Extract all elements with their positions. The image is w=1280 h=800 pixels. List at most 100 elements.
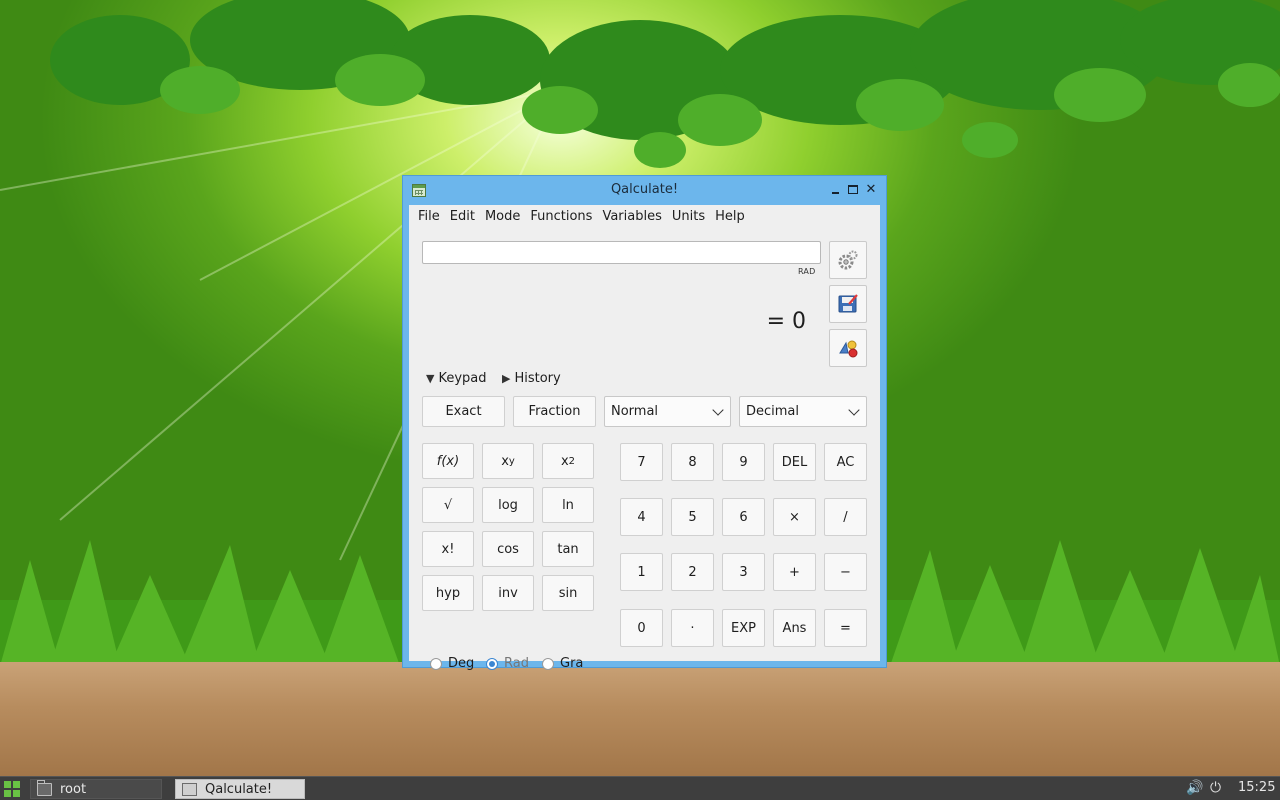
- start-grid-icon: [13, 781, 20, 788]
- result-display: = 0: [766, 309, 806, 334]
- base-select[interactable]: Decimal: [739, 396, 867, 427]
- key-7[interactable]: 7: [620, 443, 663, 481]
- key-2[interactable]: 2: [671, 553, 714, 591]
- chevron-down-icon: [712, 404, 724, 416]
- taskbar-item-root[interactable]: root: [30, 779, 162, 799]
- calculator-icon: [182, 782, 197, 796]
- power-exponent: y: [508, 455, 515, 467]
- collapsed-triangle-icon: ▶: [502, 371, 511, 385]
- window-title: Qalculate!: [610, 182, 679, 197]
- start-grid-icon: [13, 790, 20, 797]
- function-key-sin[interactable]: sin: [542, 575, 594, 611]
- function-key-factorial[interactable]: x!: [422, 531, 474, 567]
- wooden-floor: [0, 662, 1280, 776]
- function-key-fx[interactable]: f(x): [422, 443, 474, 479]
- history-label: History: [514, 370, 561, 386]
- function-key-inv[interactable]: inv: [482, 575, 534, 611]
- function-key-hyp[interactable]: hyp: [422, 575, 474, 611]
- square-exponent: 2: [568, 455, 576, 467]
- gear-icon: [838, 250, 858, 270]
- angle-mode-indicator: RAD: [798, 267, 816, 276]
- menu-edit[interactable]: Edit: [445, 205, 480, 229]
- window-titlebar[interactable]: Qalculate! ✕: [403, 176, 886, 204]
- fraction-button[interactable]: Fraction: [513, 396, 596, 427]
- function-key-cos[interactable]: cos: [482, 531, 534, 567]
- angle-radio-gra-label: Gra: [560, 656, 584, 671]
- expression-input[interactable]: [422, 241, 821, 264]
- taskbar-item-qalculate-label: Qalculate!: [205, 781, 273, 797]
- angle-radio-rad[interactable]: Rad: [486, 656, 529, 671]
- power-icon[interactable]: ⏻: [1210, 780, 1221, 796]
- square-base: x: [560, 453, 569, 469]
- power-base: x: [501, 453, 509, 469]
- menu-functions[interactable]: Functions: [525, 205, 597, 229]
- chevron-down-icon: [848, 404, 860, 416]
- key-6[interactable]: 6: [722, 498, 765, 536]
- folder-icon: [37, 779, 52, 796]
- history-expander[interactable]: ▶ History: [502, 370, 561, 386]
- menu-file[interactable]: File: [413, 205, 445, 229]
- radio-circle-icon: [430, 657, 442, 670]
- key-4[interactable]: 4: [620, 498, 663, 536]
- angle-radio-deg-label: Deg: [448, 656, 475, 671]
- key-multiply[interactable]: ×: [773, 498, 816, 536]
- menu-mode[interactable]: Mode: [480, 205, 525, 229]
- key-decimal-point[interactable]: ·: [671, 609, 714, 647]
- exact-button[interactable]: Exact: [422, 396, 505, 427]
- key-0[interactable]: 0: [620, 609, 663, 647]
- function-key-sqrt[interactable]: √: [422, 487, 474, 523]
- clock[interactable]: 15:25: [1238, 780, 1275, 795]
- key-5[interactable]: 5: [671, 498, 714, 536]
- key-8[interactable]: 8: [671, 443, 714, 481]
- expanded-triangle-icon: ▼: [426, 371, 435, 385]
- menu-variables[interactable]: Variables: [597, 205, 666, 229]
- base-select-value: Decimal: [746, 404, 800, 419]
- function-key-log[interactable]: log: [482, 487, 534, 523]
- taskbar: root Qalculate! 🔊 ⏻ 15:25: [0, 776, 1280, 800]
- angle-radio-deg[interactable]: Deg: [430, 656, 474, 671]
- mode-select-value: Normal: [611, 404, 659, 419]
- start-grid-icon: [4, 790, 11, 797]
- key-divide[interactable]: /: [824, 498, 867, 536]
- function-key-tan[interactable]: tan: [542, 531, 594, 567]
- angle-radio-gra[interactable]: Gra: [542, 656, 583, 671]
- taskbar-item-root-label: root: [60, 781, 87, 797]
- key-exp[interactable]: EXP: [722, 609, 765, 647]
- key-equals[interactable]: =: [824, 609, 867, 647]
- function-key-power[interactable]: xy: [482, 443, 534, 479]
- maximize-button[interactable]: [846, 182, 860, 196]
- keypad-expander[interactable]: ▼ Keypad: [426, 370, 487, 386]
- start-grid-icon: [4, 781, 11, 788]
- save-button[interactable]: [829, 285, 867, 323]
- convert-units-button[interactable]: [829, 329, 867, 367]
- keypad-label: Keypad: [438, 370, 487, 386]
- menu-bar: File Edit Mode Functions Variables Units…: [409, 205, 880, 229]
- function-key-ln[interactable]: ln: [542, 487, 594, 523]
- window-content: File Edit Mode Functions Variables Units…: [409, 205, 880, 671]
- angle-radio-rad-label: Rad: [504, 656, 529, 671]
- function-key-square[interactable]: x2: [542, 443, 594, 479]
- minimize-button[interactable]: [828, 182, 842, 196]
- key-ans[interactable]: Ans: [773, 609, 816, 647]
- volume-icon[interactable]: 🔊: [1186, 780, 1203, 796]
- convert-units-icon: [839, 340, 858, 358]
- key-plus[interactable]: +: [773, 553, 816, 591]
- key-del[interactable]: DEL: [773, 443, 816, 481]
- radio-circle-icon: [542, 657, 554, 670]
- qalculate-window: Qalculate! ✕ File Edit Mode Functions Va…: [402, 175, 887, 671]
- key-minus[interactable]: −: [824, 553, 867, 591]
- key-1[interactable]: 1: [620, 553, 663, 591]
- close-button[interactable]: ✕: [864, 182, 878, 196]
- mode-select[interactable]: Normal: [604, 396, 731, 427]
- key-9[interactable]: 9: [722, 443, 765, 481]
- preferences-button[interactable]: [829, 241, 867, 279]
- key-3[interactable]: 3: [722, 553, 765, 591]
- save-icon: [838, 294, 858, 313]
- menu-help[interactable]: Help: [710, 205, 750, 229]
- menu-units[interactable]: Units: [667, 205, 710, 229]
- start-menu-button[interactable]: [4, 781, 20, 797]
- key-ac[interactable]: AC: [824, 443, 867, 481]
- radio-selected-icon: [486, 657, 498, 670]
- minimize-icon: [831, 192, 839, 194]
- taskbar-item-qalculate[interactable]: Qalculate!: [175, 779, 305, 799]
